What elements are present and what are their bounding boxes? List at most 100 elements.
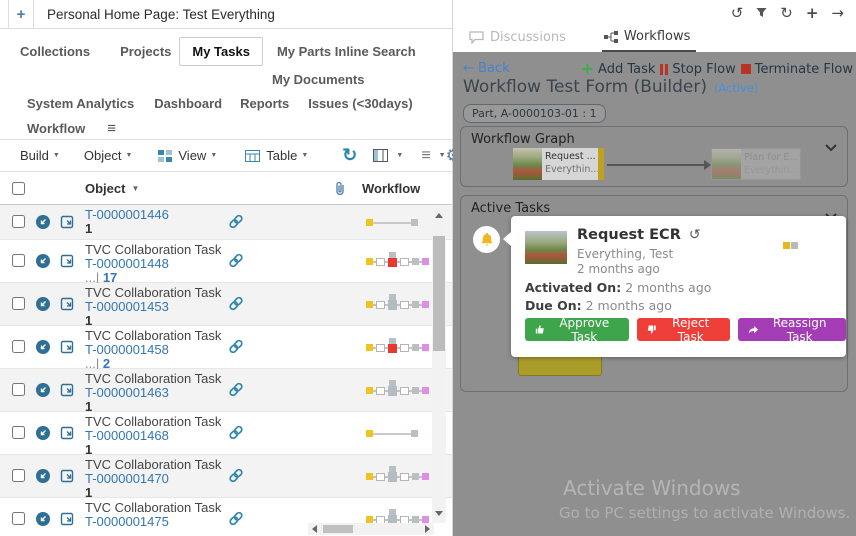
graph-node-plan[interactable]: Plan for E...Everythin... — [711, 148, 801, 180]
refresh-icon[interactable]: ↻ — [780, 6, 793, 21]
object-menu[interactable]: Object▼ — [84, 148, 133, 163]
reassign-task-button[interactable]: Reassign Task — [738, 318, 846, 341]
open-in-new-window-icon[interactable] — [60, 214, 74, 234]
approve-task-button[interactable]: Approve Task — [525, 318, 629, 341]
link-icon[interactable] — [228, 382, 244, 402]
column-header-object[interactable]: Object▼ — [85, 181, 139, 196]
open-in-new-window-icon[interactable] — [60, 511, 74, 531]
open-item-icon[interactable] — [36, 426, 50, 445]
back-link[interactable]: ← Back — [463, 61, 510, 76]
task-text: TVC Collaboration Task T-0000001470 1 — [85, 458, 221, 500]
open-item-icon[interactable] — [36, 469, 50, 488]
terminate-flow-button[interactable]: Terminate Flow — [741, 62, 853, 77]
row-checkbox[interactable] — [12, 426, 25, 439]
reject-task-button[interactable]: Reject Task — [637, 318, 730, 341]
open-item-icon[interactable] — [36, 340, 50, 359]
open-in-new-window-icon[interactable] — [60, 296, 74, 316]
vertical-scrollbar[interactable] — [432, 206, 446, 523]
link-icon[interactable] — [228, 296, 244, 316]
add-task-button[interactable]: +Add Task — [581, 61, 656, 77]
tab-overflow-menu-icon[interactable]: ≡ — [107, 120, 115, 137]
row-checkbox[interactable] — [12, 297, 25, 310]
tab-my-parts-inline-search[interactable]: My Parts Inline Search — [277, 44, 416, 59]
task-id-link[interactable]: T-0000001458 — [85, 343, 221, 357]
link-icon[interactable] — [228, 425, 244, 445]
tab-issues[interactable]: Issues (<30days) — [308, 96, 412, 111]
task-id-link[interactable]: T-0000001448 — [85, 257, 221, 271]
scroll-right-arrow[interactable] — [425, 525, 430, 533]
link-icon[interactable] — [228, 339, 244, 359]
column-header-workflow[interactable]: Workflow — [362, 181, 420, 196]
row-checkbox[interactable] — [12, 215, 25, 228]
tab-my-tasks[interactable]: My Tasks — [179, 37, 263, 66]
open-item-icon[interactable] — [36, 383, 50, 402]
attachment-column-icon[interactable] — [334, 181, 346, 199]
tab-dashboard[interactable]: Dashboard — [154, 96, 222, 111]
expand-arrow-icon[interactable]: → — [831, 6, 844, 21]
scroll-down-arrow[interactable] — [435, 511, 443, 516]
open-item-icon[interactable] — [36, 297, 50, 316]
add-page-button[interactable]: + — [8, 0, 34, 28]
scroll-left-arrow[interactable] — [312, 525, 317, 533]
refresh-button[interactable]: ↻ — [342, 145, 357, 166]
filter-icon[interactable] — [756, 6, 767, 21]
task-id-link[interactable]: T-0000001453 — [85, 300, 221, 314]
vertical-scroll-thumb[interactable] — [433, 236, 445, 351]
row-density-menu[interactable]: ≡▼ — [421, 147, 445, 165]
tab-collections[interactable]: Collections — [20, 44, 90, 59]
task-id-link[interactable]: T-0000001463 — [85, 386, 221, 400]
open-in-new-window-icon[interactable] — [60, 468, 74, 488]
table-row[interactable]: TVC Collaboration Task T-0000001453 1 — [0, 283, 452, 326]
task-id-link[interactable]: T-0000001475 — [85, 515, 221, 529]
table-row[interactable]: TVC Collaboration Task T-0000001468 1 — [0, 412, 452, 455]
table-row[interactable]: TVC Collaboration Task T-0000001448 ...|… — [0, 240, 452, 283]
row-checkbox[interactable] — [12, 512, 25, 525]
add-icon[interactable]: + — [806, 6, 819, 21]
link-icon[interactable] — [228, 511, 244, 531]
row-checkbox[interactable] — [12, 383, 25, 396]
table-row[interactable]: TVC Collaboration Task T-0000001463 1 — [0, 369, 452, 412]
open-in-new-window-icon[interactable] — [60, 382, 74, 402]
background-task-button[interactable] — [518, 354, 602, 376]
row-checkbox[interactable] — [12, 469, 25, 482]
tab-workflow[interactable]: Workflow — [27, 121, 85, 136]
link-icon[interactable] — [228, 468, 244, 488]
part-chip[interactable]: Part, A-0000103-01 : 1 — [463, 104, 606, 123]
task-count[interactable]: 1 — [85, 222, 169, 236]
link-icon[interactable] — [228, 214, 244, 234]
row-checkbox[interactable] — [12, 340, 25, 353]
table-menu[interactable]: Table▼ — [245, 148, 308, 163]
tab-discussions[interactable]: Discussions — [467, 25, 572, 52]
table-row[interactable]: TVC Collaboration Task T-0000001458 ...|… — [0, 326, 452, 369]
tab-workflows[interactable]: Workflows — [602, 25, 696, 52]
open-in-new-window-icon[interactable] — [60, 339, 74, 359]
open-item-icon[interactable] — [36, 254, 50, 273]
history-icon[interactable]: ↺ — [689, 227, 701, 243]
stop-flow-button[interactable]: Stop Flow — [660, 62, 735, 77]
scroll-up-arrow[interactable] — [435, 213, 443, 218]
open-in-new-window-icon[interactable] — [60, 425, 74, 445]
task-id-link[interactable]: T-0000001446 — [85, 208, 169, 222]
table-row[interactable]: T-0000001446 1 — [0, 205, 452, 240]
table-row[interactable]: TVC Collaboration Task T-0000001470 1 — [0, 455, 452, 498]
tab-reports[interactable]: Reports — [240, 96, 289, 111]
select-all-checkbox[interactable] — [12, 182, 25, 195]
tab-system-analytics[interactable]: System Analytics — [27, 96, 134, 111]
build-menu[interactable]: Build▼ — [20, 148, 60, 163]
freeze-columns-menu[interactable]: ▼ — [373, 149, 403, 162]
horizontal-scrollbar[interactable] — [308, 523, 434, 535]
collapse-chevron-icon[interactable] — [825, 136, 837, 155]
undo-icon[interactable]: ↺ — [731, 6, 744, 21]
task-id-link[interactable]: T-0000001468 — [85, 429, 221, 443]
view-menu[interactable]: View▼ — [158, 148, 217, 163]
graph-node-request-ecr[interactable]: Request ...Everythin... — [512, 147, 605, 181]
tab-my-documents[interactable]: My Documents — [272, 72, 364, 87]
link-icon[interactable] — [228, 253, 244, 273]
task-id-link[interactable]: T-0000001470 — [85, 472, 221, 486]
tab-projects[interactable]: Projects — [120, 44, 171, 59]
open-item-icon[interactable] — [36, 215, 50, 234]
open-in-new-window-icon[interactable] — [60, 253, 74, 273]
horizontal-scroll-thumb[interactable] — [323, 525, 353, 533]
row-checkbox[interactable] — [12, 254, 25, 267]
open-item-icon[interactable] — [36, 512, 50, 531]
